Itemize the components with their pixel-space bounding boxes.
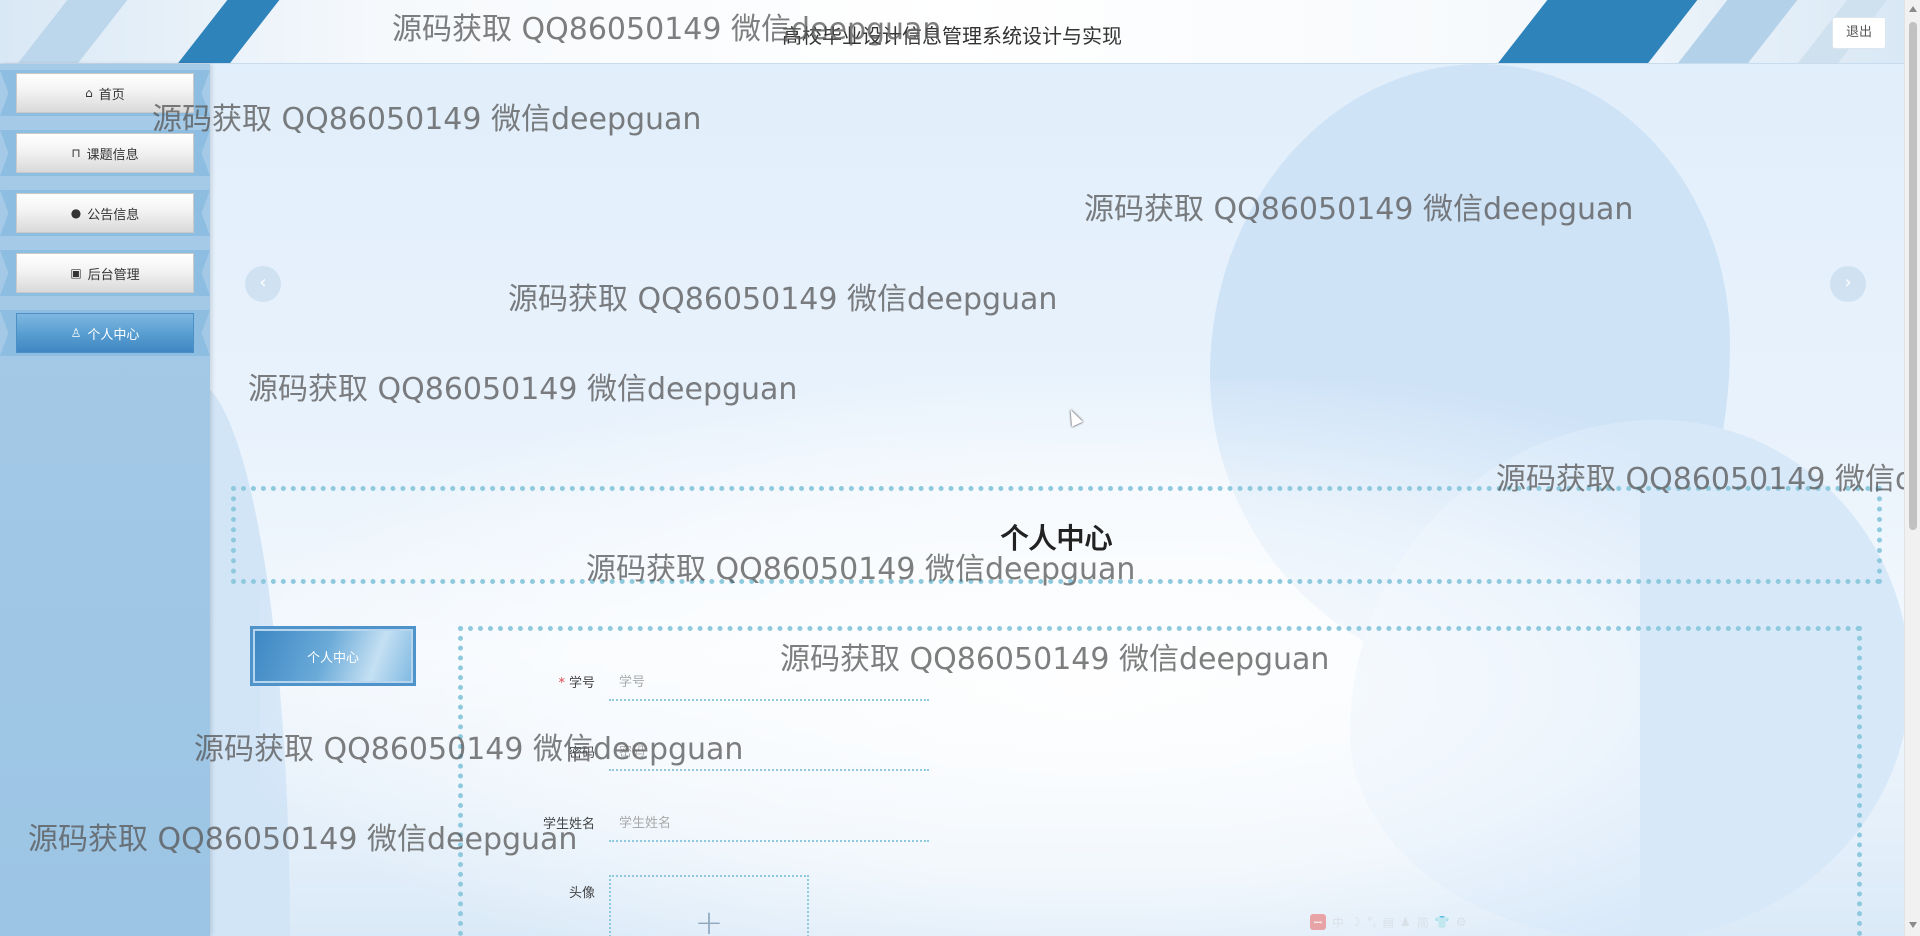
sidebar-item-label: 课题信息 [86, 147, 139, 163]
student-id-input[interactable] [609, 665, 929, 701]
home-icon: ⌂ [85, 86, 93, 100]
sidebar-item-label: 个人中心 [87, 327, 140, 343]
gift-icon: ▣ [70, 266, 82, 280]
required-star: * [558, 676, 565, 691]
ime-keyboard-icon[interactable]: ▤ [1383, 915, 1394, 929]
ime-toolbar: ꟷ 中 ☽ °, ▤ ♟ 简 👕 ⚙ [1310, 912, 1466, 932]
sidebar: ⌂ 首页 ⊓ 课题信息 ● 公告信息 ▣ 后台管理 ♙ 个人中心 [0, 64, 210, 936]
ime-skin-icon[interactable]: 👕 [1435, 915, 1450, 929]
sidebar-item-label: 首页 [98, 87, 125, 103]
scroll-thumb[interactable] [1909, 22, 1917, 530]
avatar-label: 头像 [568, 886, 595, 901]
carousel-prev-button[interactable]: ‹ [245, 266, 281, 302]
form-row-student-name: 学生姓名 [463, 806, 1163, 842]
user-icon: ♙ [70, 326, 82, 340]
student-name-label: 学生姓名 [542, 817, 595, 832]
page-scrollbar[interactable] [1904, 0, 1920, 936]
form-row-avatar: 头像 + [463, 875, 1163, 936]
form-row-student-id: * 学号 [463, 665, 1163, 701]
password-input[interactable] [609, 735, 929, 771]
password-label: 密码 [568, 746, 595, 761]
avatar-upload[interactable]: + [609, 875, 809, 936]
menu-item-button[interactable]: ⊓ 课题信息 [16, 133, 194, 173]
profile-tab-button[interactable]: 个人中心 [250, 626, 416, 686]
carousel-next-button[interactable]: › [1830, 266, 1866, 302]
sidebar-item-admin[interactable]: ▣ 后台管理 [0, 250, 210, 296]
sidebar-item-profile[interactable]: ♙ 个人中心 [0, 310, 210, 356]
scroll-up-arrow-icon[interactable] [1909, 6, 1917, 12]
site-title: 高校毕业设计信息管理系统设计与实现 [782, 24, 1122, 48]
sidebar-item-label: 公告信息 [87, 207, 140, 223]
sidebar-item-home[interactable]: ⌂ 首页 [0, 70, 210, 116]
student-name-input[interactable] [609, 806, 929, 842]
info-icon: ● [70, 206, 82, 220]
top-header: 高校毕业设计信息管理系统设计与实现 退出 [0, 0, 1904, 64]
form-row-password: 密码 [463, 735, 1163, 771]
ime-punct-icon[interactable]: °, [1367, 915, 1377, 929]
sidebar-item-notices[interactable]: ● 公告信息 [0, 190, 210, 236]
sidebar-item-topics[interactable]: ⊓ 课题信息 [0, 130, 210, 176]
ime-settings-icon[interactable]: ⚙ [1456, 915, 1467, 929]
page-title: 个人中心 [1000, 522, 1113, 555]
menu-item-button[interactable]: ● 公告信息 [16, 193, 194, 233]
scroll-down-arrow-icon[interactable] [1909, 922, 1917, 928]
menu-item-button[interactable]: ♙ 个人中心 [16, 313, 194, 353]
plus-icon: + [694, 903, 724, 936]
menu-item-button[interactable]: ▣ 后台管理 [16, 253, 194, 293]
menu-item-button[interactable]: ⌂ 首页 [16, 73, 194, 113]
student-id-label: * 学号 [558, 676, 595, 691]
sidebar-item-label: 后台管理 [87, 267, 140, 283]
ime-simplified-icon[interactable]: 简 [1417, 914, 1429, 931]
profile-form: *学号 密码 学生姓名 头像 + [458, 626, 1862, 936]
ime-moon-icon[interactable]: ☽ [1350, 915, 1361, 929]
section-title-box: 个人中心 [231, 486, 1882, 584]
ime-user-icon[interactable]: ♟ [1400, 915, 1411, 929]
ime-logo-icon[interactable]: ꟷ [1310, 914, 1326, 930]
logout-button[interactable]: 退出 [1832, 17, 1886, 49]
bag-icon: ⊓ [71, 146, 81, 160]
ime-mode-icon[interactable]: 中 [1332, 914, 1344, 931]
